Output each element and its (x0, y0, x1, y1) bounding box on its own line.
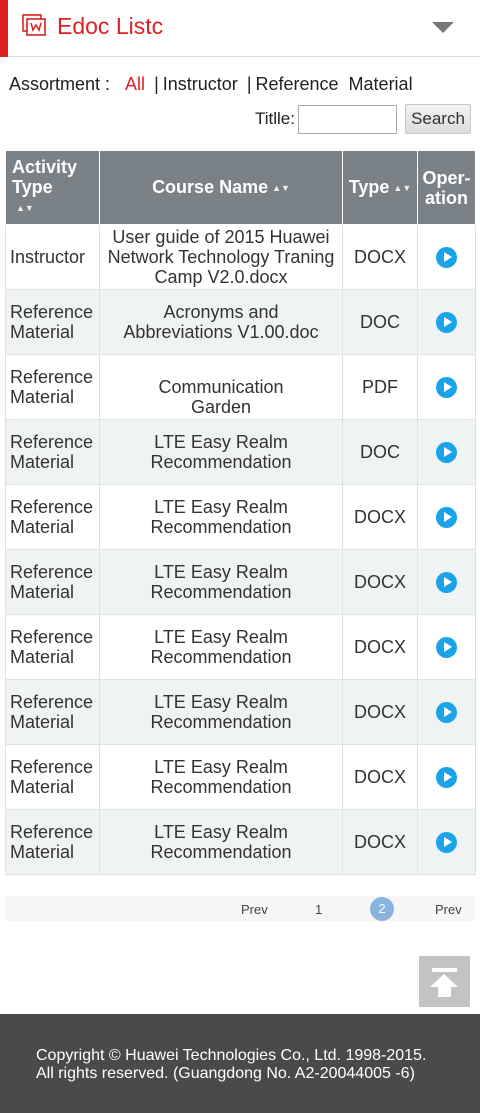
cell-activity-type: Reference Material (5, 419, 100, 485)
assortment-filter: Assortment : All | Instructor | Reference … (9, 73, 413, 95)
cell-operation (417, 679, 476, 745)
rights-text: All rights reserved. (Guangdong No. A2-2… (36, 1065, 415, 1082)
sort-icon[interactable]: ▲▼ (272, 183, 290, 193)
cell-operation (417, 809, 476, 875)
sort-icon[interactable]: ▲▼ (16, 203, 34, 213)
play-icon[interactable] (436, 441, 457, 463)
cell-course-name[interactable]: Acronyms and Abbreviations V1.00.doc (99, 289, 343, 355)
cell-activity-type: Instructor (5, 224, 100, 290)
play-icon[interactable] (436, 506, 457, 528)
title-search-label: Titlle: (255, 109, 295, 128)
table-header-row: Activity Type▲▼ Course Name ▲▼ Type ▲▼ Ope… (5, 150, 476, 225)
table-row[interactable]: Reference Material LTE Easy Realm Recomme… (5, 809, 476, 875)
app-header: Edoc Listc (0, 0, 480, 57)
play-icon[interactable] (436, 701, 457, 723)
back-to-top-icon[interactable] (419, 956, 470, 1007)
cell-operation (417, 614, 476, 680)
cell-operation (417, 224, 476, 290)
column-activity-type-label: Activity Type (12, 156, 78, 197)
cell-file-type: DOCX (342, 744, 418, 810)
sort-icon[interactable]: ▲▼ (393, 183, 411, 193)
search-button[interactable]: Search (405, 104, 471, 134)
table-row[interactable]: Reference Material LTE Easy Realm Recomme… (5, 744, 476, 810)
footer: Copyright © Huawei Technologies Co., Ltd… (0, 1014, 480, 1113)
cell-activity-type: Reference Material (5, 744, 100, 810)
cell-course-name[interactable]: LTE Easy Realm Recommendation (99, 419, 343, 485)
pager-page-2-current[interactable]: 2 (370, 897, 394, 921)
cell-file-type: DOCX (342, 224, 418, 290)
cell-activity-type: Reference Material (5, 549, 100, 615)
pager-prev[interactable]: Prev (241, 902, 268, 917)
cell-file-type: PDF (342, 354, 418, 420)
cell-file-type: DOCX (342, 809, 418, 875)
filter-separator: | (154, 74, 159, 94)
table-row[interactable]: Reference Material LTE Easy Realm Recomme… (5, 419, 476, 485)
cell-activity-type: Reference Material (5, 679, 100, 745)
column-operation: Oper-ation (417, 150, 476, 225)
pagination: Prev 1 2 Prev (5, 896, 475, 921)
document-icon (22, 14, 46, 36)
table-row[interactable]: Reference Material LTE Easy Realm Recomme… (5, 484, 476, 550)
cell-operation (417, 549, 476, 615)
assortment-label: Assortment : (9, 74, 111, 94)
copyright-text: Copyright © Huawei Technologies Co., Ltd… (36, 1047, 427, 1064)
table-row[interactable]: Instructor User guide of 2015 Huawei Netw… (5, 224, 476, 290)
cell-file-type: DOC (342, 289, 418, 355)
cell-course-name[interactable]: LTE Easy Realm Recommendation (99, 614, 343, 680)
cell-operation (417, 744, 476, 810)
cell-course-name[interactable]: LTE Easy Realm Recommendation (99, 744, 343, 810)
cell-activity-type: Reference Material (5, 484, 100, 550)
table-row[interactable]: Reference Material Communication Garden PD… (5, 354, 476, 420)
cell-file-type: DOC (342, 419, 418, 485)
filter-reference-material[interactable]: Reference Material (256, 74, 413, 94)
column-course-name-label: Course Name (152, 176, 269, 197)
table-row[interactable]: Reference Material LTE Easy Realm Recomme… (5, 549, 476, 615)
cell-activity-type: Reference Material (5, 289, 100, 355)
table-row[interactable]: Reference Material LTE Easy Realm Recomme… (5, 679, 476, 745)
cell-course-name[interactable]: Communication Garden (99, 354, 343, 420)
filter-all[interactable]: All (125, 74, 145, 94)
play-icon[interactable] (436, 311, 457, 333)
pager-page-1[interactable]: 1 (315, 902, 322, 917)
cell-operation (417, 419, 476, 485)
title-search: Titlle: Search (255, 104, 471, 134)
cell-course-name[interactable]: LTE Easy Realm Recommendation (99, 809, 343, 875)
cell-operation (417, 354, 476, 420)
play-icon[interactable] (436, 571, 457, 593)
cell-course-name[interactable]: LTE Easy Realm Recommendation (99, 679, 343, 745)
column-activity-type[interactable]: Activity Type ▲▼ (5, 150, 100, 225)
table-row[interactable]: Reference Material LTE Easy Realm Recomme… (5, 614, 476, 680)
chevron-down-icon[interactable] (432, 22, 454, 33)
cell-activity-type: Reference Material (5, 354, 100, 420)
table-row[interactable]: Reference Material Acronyms and Abbreviat… (5, 289, 476, 355)
cell-file-type: DOCX (342, 484, 418, 550)
cell-activity-type: Reference Material (5, 809, 100, 875)
play-icon[interactable] (436, 246, 457, 268)
cell-file-type: DOCX (342, 679, 418, 745)
column-type-label: Type (348, 176, 390, 197)
pager-next[interactable]: Prev (435, 902, 462, 917)
cell-course-name[interactable]: LTE Easy Realm Recommendation (99, 549, 343, 615)
column-type[interactable]: Type ▲▼ (342, 150, 418, 225)
cell-course-name[interactable]: LTE Easy Realm Recommendation (99, 484, 343, 550)
cell-course-name[interactable]: User guide of 2015 Huawei Network Techno… (99, 224, 343, 290)
play-icon[interactable] (436, 636, 457, 658)
column-operation-label: Oper-ation (422, 167, 471, 208)
document-table: Activity Type▲▼ Course Name ▲▼ Type ▲▼ Ope… (5, 150, 476, 875)
play-icon[interactable] (436, 376, 457, 398)
play-icon[interactable] (436, 831, 457, 853)
cell-file-type: DOCX (342, 614, 418, 680)
play-icon[interactable] (436, 766, 457, 788)
column-course-name[interactable]: Course Name ▲▼ (99, 150, 343, 225)
header-accent-bar (0, 0, 8, 57)
cell-activity-type: Reference Material (5, 614, 100, 680)
cell-file-type: DOCX (342, 549, 418, 615)
cell-operation (417, 289, 476, 355)
filter-separator: | (246, 74, 252, 94)
table-body: Instructor User guide of 2015 Huawei Netw… (5, 224, 476, 875)
filter-instructor[interactable]: Instructor (163, 74, 238, 94)
page-title: Edoc Listc (57, 13, 164, 39)
title-search-input[interactable] (298, 104, 397, 134)
cell-operation (417, 484, 476, 550)
